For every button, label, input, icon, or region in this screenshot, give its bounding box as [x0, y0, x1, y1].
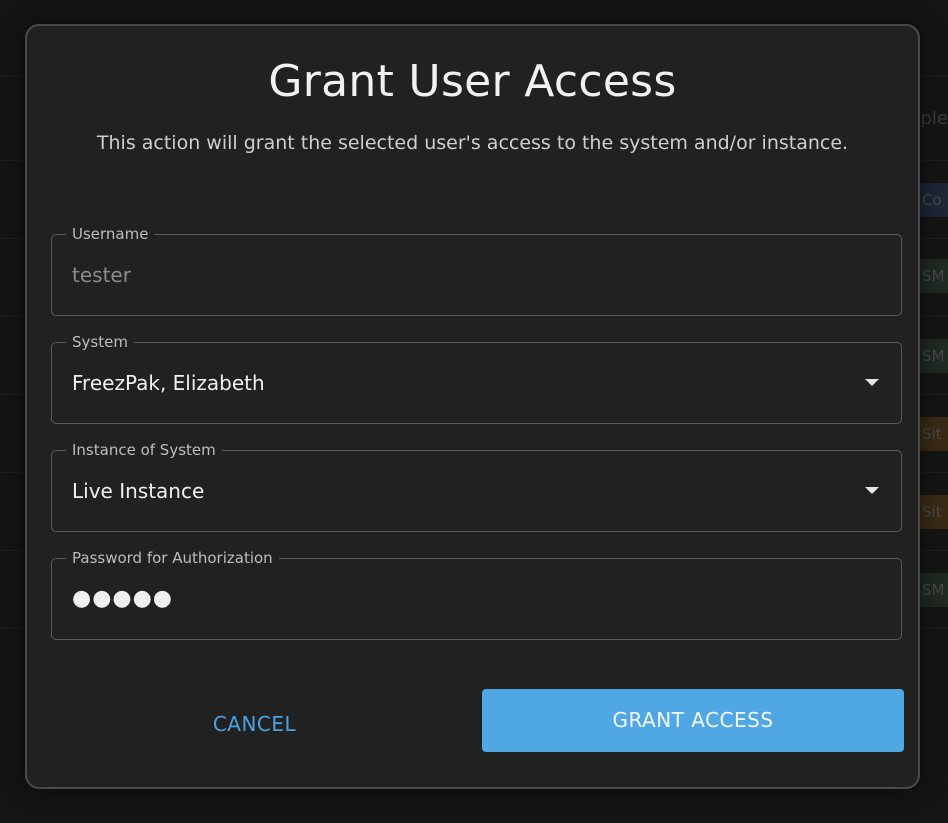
grant-access-dialog: Grant User Access This action will grant…	[25, 24, 920, 789]
cancel-button[interactable]: CANCEL	[167, 706, 342, 742]
dialog-title: Grant User Access	[268, 56, 677, 107]
background-chip: Co	[918, 183, 948, 217]
instance-label: Instance of System	[66, 440, 222, 460]
password-field[interactable]: Password for Authorization ●●●●●	[51, 548, 902, 640]
system-value: FreezPak, Elizabeth	[72, 371, 265, 395]
background-chip: Sit	[918, 495, 948, 529]
background-column-header: ple	[920, 108, 948, 129]
instance-value: Live Instance	[72, 479, 205, 503]
dialog-subtitle: This action will grant the selected user…	[96, 132, 849, 154]
background-chip: Sit	[918, 417, 948, 451]
username-field[interactable]: Username tester	[51, 224, 902, 316]
background-chip: SM	[918, 339, 948, 373]
background-chip: SM	[918, 573, 948, 607]
chevron-down-icon[interactable]	[865, 379, 879, 386]
background-chip: SM	[918, 259, 948, 293]
system-select[interactable]: System FreezPak, Elizabeth	[51, 332, 902, 424]
username-value: tester	[72, 263, 131, 287]
instance-select[interactable]: Instance of System Live Instance	[51, 440, 902, 532]
password-label: Password for Authorization	[66, 548, 279, 568]
username-label: Username	[66, 224, 155, 244]
system-label: System	[66, 332, 134, 352]
grant-access-button[interactable]: GRANT ACCESS	[482, 689, 904, 752]
password-value: ●●●●●	[72, 586, 173, 611]
chevron-down-icon[interactable]	[865, 487, 879, 494]
